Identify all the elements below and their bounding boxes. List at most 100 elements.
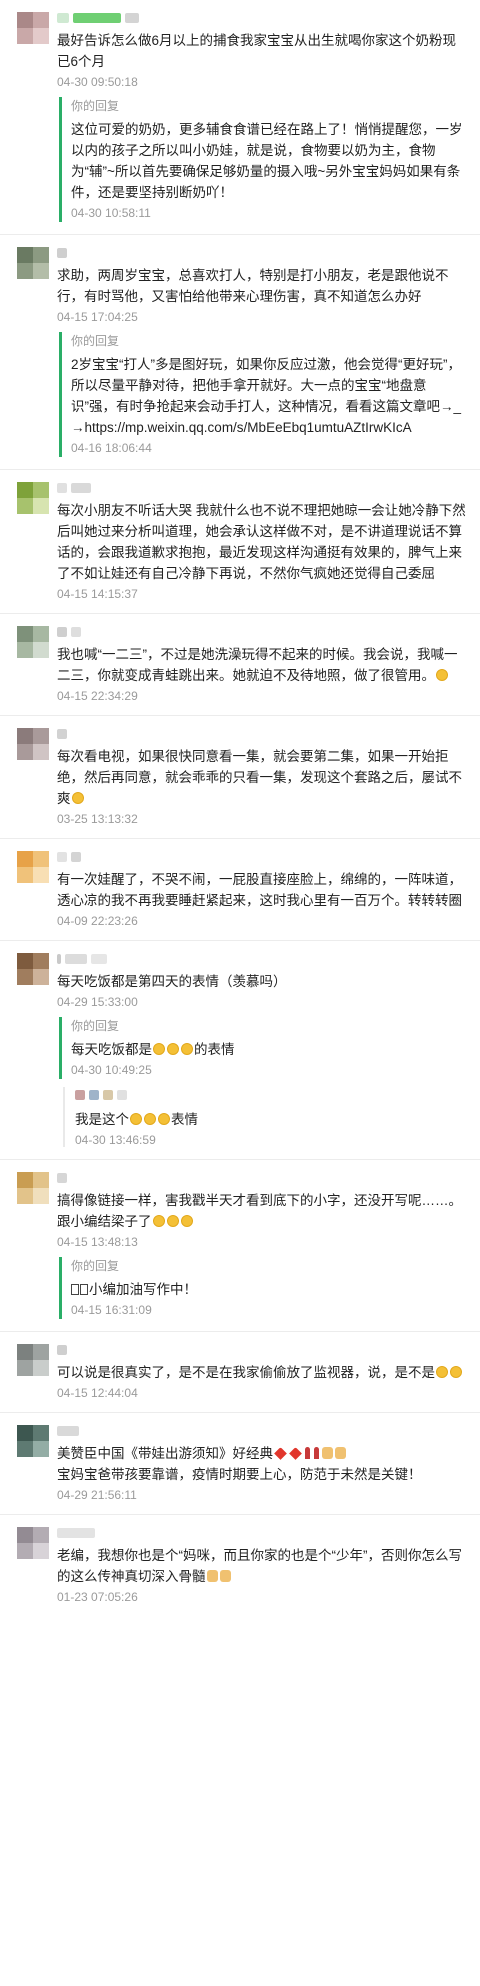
avatar[interactable] (17, 851, 49, 883)
reply-time: 04-30 10:58:11 (71, 206, 151, 220)
comment-text: 搞得像链接一样，害我戳半天才看到底下的小字，还没开写呢……。跟小编结梁子了 (57, 1190, 466, 1232)
smile-emoji-icon (158, 1113, 170, 1125)
comment-text: 老编，我想你也是个“妈咪，而且你家的也是个“少年”，否则你怎么写的这么传神真切深… (57, 1545, 466, 1587)
nickname[interactable] (57, 624, 466, 640)
nickname[interactable] (75, 1087, 466, 1103)
nickname[interactable] (57, 1525, 466, 1541)
smirk-emoji-icon (436, 1366, 448, 1378)
nickname[interactable] (57, 726, 466, 742)
sub-comment-text-tail: 表情 (171, 1112, 198, 1127)
comment-time: 04-29 21:56:11 (57, 1488, 137, 1502)
comment-item: 可以说是很真实了，是不是在我家偷偷放了监视器，说，是不是 04-15 12:44… (0, 1332, 480, 1413)
avatar[interactable] (17, 1425, 49, 1457)
comment-time: 04-29 15:33:00 (57, 995, 138, 1009)
author-reply: 你的回复 2岁宝宝“打人”多是图好玩，如果你反应过激，他会觉得“更好玩”，所以尽… (59, 332, 466, 457)
grin-emoji-icon (166, 1215, 179, 1227)
comment-text: 可以说是很真实了，是不是在我家偷偷放了监视器，说，是不是 (57, 1362, 466, 1383)
avatar[interactable] (17, 953, 49, 985)
grin-emoji-icon (153, 1043, 165, 1055)
comment-text: 每次小朋友不听话大哭 我就什么也不说不理把她晾一会让她冷静下然后叫她过来分析叫道… (57, 503, 466, 581)
comment-time: 04-15 12:44:04 (57, 1386, 138, 1400)
comment-text-body: 搞得像链接一样，害我戳半天才看到底下的小字，还没开写呢……。跟小编结梁子了 (57, 1193, 462, 1229)
reply-label: 你的回复 (71, 334, 120, 348)
sub-comment: 我是这个 表情 04-30 13:46:59 (63, 1087, 466, 1147)
reply-time: 04-30 10:49:25 (71, 1063, 152, 1077)
reply-time: 04-15 16:31:09 (71, 1303, 152, 1317)
comment-text-body: 老编，我想你也是个“妈咪，而且你家的也是个“少年”，否则你怎么写的这么传神真切深… (57, 1548, 462, 1584)
nickname[interactable] (57, 1342, 466, 1358)
thumbs-up-emoji-icon (206, 1570, 218, 1582)
comment-item: 有一次娃醒了，不哭不闹，一屁股直接座脸上，绵绵的，一阵味道，透心凉的我不再我要睡… (0, 839, 480, 941)
reply-label: 你的回复 (71, 1259, 120, 1273)
grin-emoji-icon (167, 1043, 179, 1055)
author-reply: 你的回复 小编加油写作中！ 04-15 16:31:09 (59, 1257, 466, 1319)
comment-time: 04-09 22:23:26 (57, 914, 138, 928)
reply-text-tail: 的表情 (194, 1042, 235, 1057)
avatar[interactable] (17, 1172, 49, 1204)
nickname[interactable] (57, 480, 466, 496)
comment-item: 求助，两周岁宝宝，总喜欢打人，特别是打小朋友，老是跟他说不行，有时骂他，又害怕给… (0, 235, 480, 470)
comment-text-body: 每天吃饭都是第四天的表情（羡慕吗） (57, 974, 287, 989)
avatar[interactable] (17, 1527, 49, 1559)
nickname[interactable] (57, 951, 466, 967)
reply-label: 你的回复 (71, 1019, 120, 1033)
thumbs-up-emoji-icon (335, 1447, 346, 1459)
comment-text-body: 可以说是很真实了，是不是在我家偷偷放了监视器，说，是不是 (57, 1365, 435, 1380)
comment-item: 老编，我想你也是个“妈咪，而且你家的也是个“少年”，否则你怎么写的这么传神真切深… (0, 1515, 480, 1616)
heart-emoji-icon (274, 1447, 287, 1460)
comment-time: 04-30 09:50:18 (57, 75, 138, 89)
nickname[interactable] (57, 849, 466, 865)
comment-time: 04-15 13:48:13 (57, 1235, 138, 1249)
nickname[interactable] (57, 1170, 466, 1186)
thumbs-up-emoji-icon (219, 1570, 231, 1582)
comment-time: 03-25 13:13:32 (57, 812, 138, 826)
comment-text: 有一次娃醒了，不哭不闹，一屁股直接座脸上，绵绵的，一阵味道，透心凉的我不再我要睡… (57, 872, 462, 908)
author-reply: 你的回复 这位可爱的奶奶，更多辅食食谱已经在路上了！悄悄提醒您，一岁以内的孩子之… (59, 97, 466, 222)
avatar[interactable] (17, 482, 49, 514)
reply-text-body: 小编加油写作中！ (89, 1282, 197, 1297)
comment-text: 每天吃饭都是第四天的表情（羡慕吗） (57, 971, 466, 992)
avatar[interactable] (17, 1344, 49, 1376)
comment-item: 最好告诉怎么做6月以上的捕食我家宝宝从出生就喝你家这个奶粉现已6个月 04-30… (0, 0, 480, 235)
sub-comment-time: 04-30 13:46:59 (75, 1133, 156, 1147)
avatar[interactable] (17, 247, 49, 279)
comment-text: 我也喊“一二三”，不过是她洗澡玩得不起来的时候。我会说，我喊一二三，你就变成青蛙… (57, 644, 466, 686)
author-reply: 你的回复 每天吃饭都是 的表情 04-30 10:49:25 (59, 1017, 466, 1079)
missing-glyph-icon (71, 1284, 79, 1295)
avatar[interactable] (17, 626, 49, 658)
avatar[interactable] (17, 12, 49, 44)
sub-comment-text: 我是这个 表情 (75, 1109, 466, 1130)
nickname[interactable] (57, 245, 466, 261)
heart-emoji-icon (289, 1447, 302, 1460)
reply-text: 2岁宝宝“打人”多是图好玩，如果你反应过激，他会觉得“更好玩”，所以尽量平静对待… (71, 357, 462, 435)
missing-glyph-icon (80, 1284, 88, 1295)
thumbs-up-emoji-icon (322, 1447, 333, 1459)
comment-text-body: 我也喊“一二三”，不过是她洗澡玩得不起来的时候。我会说，我喊一二三，你就变成青蛙… (57, 647, 458, 683)
avatar[interactable] (17, 728, 49, 760)
comment-time: 01-23 07:05:26 (57, 1590, 138, 1604)
comment-item: 我也喊“一二三”，不过是她洗澡玩得不起来的时候。我会说，我喊一二三，你就变成青蛙… (0, 614, 480, 716)
comment-text: 求助，两周岁宝宝，总喜欢打人，特别是打小朋友，老是跟他说不行，有时骂他，又害怕给… (57, 268, 449, 304)
comment-item: 每次小朋友不听话大哭 我就什么也不说不理把她晾一会让她冷静下然后叫她过来分析叫道… (0, 470, 480, 614)
grin-emoji-icon (180, 1215, 193, 1227)
comment-text-line2: 宝妈宝爸带孩要靠谱，疫情时期要上心，防范于未然是关键！ (57, 1467, 422, 1482)
comment-item: 每天吃饭都是第四天的表情（羡慕吗） 04-29 15:33:00 你的回复 每天… (0, 941, 480, 1160)
rose-emoji-icon (314, 1447, 319, 1459)
nickname[interactable] (57, 10, 466, 26)
rose-emoji-icon (305, 1447, 310, 1459)
comment-item: 搞得像链接一样，害我戳半天才看到底下的小字，还没开写呢……。跟小编结梁子了 04… (0, 1160, 480, 1332)
comment-item: 每次看电视，如果很快同意看一集，就会要第二集，如果一开始拒绝，然后再同意，就会乖… (0, 716, 480, 839)
reply-text-body: 每天吃饭都是 (71, 1042, 152, 1057)
reply-time: 04-16 18:06:44 (71, 441, 152, 455)
smile-emoji-icon (130, 1113, 142, 1125)
grin-emoji-icon (152, 1215, 165, 1227)
comment-time: 04-15 14:15:37 (57, 587, 138, 601)
comment-item: 美赞臣中国《带娃出游须知》好经典 宝妈宝爸带孩要靠谱，疫情时期要上心，防范于未然… (0, 1413, 480, 1515)
nickname[interactable] (57, 1423, 466, 1439)
sub-comment-text-body: 我是这个 (75, 1112, 129, 1127)
reply-text: 每天吃饭都是 的表情 (71, 1039, 466, 1060)
comment-time: 04-15 17:04:25 (57, 310, 138, 324)
reply-text: 这位可爱的奶奶，更多辅食食谱已经在路上了！悄悄提醒您，一岁以内的孩子之所以叫小奶… (71, 122, 463, 200)
comment-text-body: 每次看电视，如果很快同意看一集，就会要第二集，如果一开始拒绝，然后再同意，就会乖… (57, 749, 462, 806)
reply-text: 小编加油写作中！ (71, 1279, 466, 1300)
